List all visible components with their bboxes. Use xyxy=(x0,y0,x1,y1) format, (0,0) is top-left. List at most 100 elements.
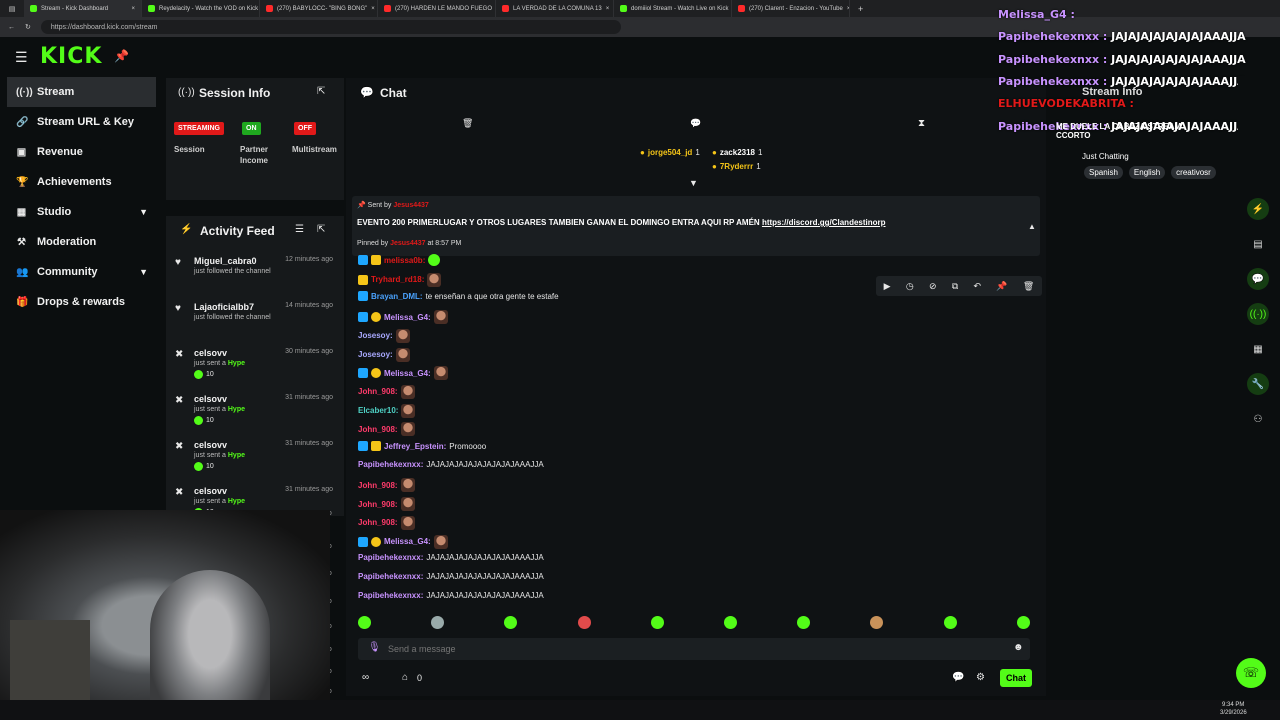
sidebar-item-achievements[interactable]: 🏆 Achievements xyxy=(0,167,160,197)
popout-icon[interactable]: ⇱ xyxy=(317,86,325,97)
community-icon[interactable]: ⚇ xyxy=(1247,408,1269,430)
top-gifter[interactable]: ● zack2318 1 xyxy=(712,148,762,157)
chat-message[interactable]: Brayan_DML: te enseñan a que otra gente t… xyxy=(358,291,559,302)
pin-icon[interactable]: 📌 xyxy=(114,49,129,63)
sidebar-item-moderation[interactable]: ⚒ Moderation xyxy=(0,227,160,257)
quick-emote-icon[interactable] xyxy=(358,616,371,629)
tag-chip[interactable]: Spanish xyxy=(1084,166,1123,179)
lightning-icon[interactable]: ⚡ xyxy=(1247,198,1269,220)
chat-username[interactable]: Elcaber10: xyxy=(358,406,398,415)
filter-icon[interactable]: ☰ xyxy=(295,224,304,235)
chat-message[interactable]: Jeffrey_Epstein: Promoooo xyxy=(358,441,486,451)
popout-icon[interactable]: ⇱ xyxy=(317,224,325,235)
chat-username[interactable]: Brayan_DML: xyxy=(371,292,423,301)
tag-chip[interactable]: English xyxy=(1128,166,1166,179)
chat-message[interactable]: Papibehekexnxx: JAJAJAJAJAJAJAJAJAJAAAJJA xyxy=(358,553,544,562)
chat-username[interactable]: Josesoy: xyxy=(358,350,393,359)
emoji-icon[interactable]: ☻ xyxy=(1013,642,1024,653)
send-chat-button[interactable]: Chat xyxy=(1000,669,1032,687)
quick-emote-icon[interactable] xyxy=(1016,616,1030,629)
top-gifter[interactable]: ● 7Ryderrr 1 xyxy=(712,162,761,171)
chat-username[interactable]: Papibehekexnxx: xyxy=(358,591,423,600)
chat-message[interactable]: Tryhard_rd18: xyxy=(358,272,442,287)
chat-message[interactable]: John_908: xyxy=(358,384,415,399)
hamburger-menu-icon[interactable]: ☰ xyxy=(15,49,28,66)
activity-item[interactable]: ✖celsovvjust sent a Hype1031 minutes ago xyxy=(166,440,344,486)
chat-username[interactable]: Melissa_G4: xyxy=(384,537,431,546)
chat-input-box[interactable]: 🎙 ☻ xyxy=(358,638,1030,660)
delete-icon[interactable]: 🗑 xyxy=(1023,281,1034,292)
quick-emote-icon[interactable] xyxy=(650,616,664,629)
chat-message[interactable]: Papibehekexnxx: JAJAJAJAJAJAJAJAJAJAAAJJA xyxy=(358,460,544,469)
chat-message[interactable]: John_908: xyxy=(358,497,415,512)
chat-message-input[interactable] xyxy=(388,642,988,656)
activity-item[interactable]: ✖ celsovv just sent a Hype 10 30 minutes ago xyxy=(166,348,344,394)
chat-username[interactable]: Josesoy: xyxy=(358,331,393,340)
quick-emote-icon[interactable] xyxy=(797,616,811,629)
quick-emote-icon[interactable] xyxy=(504,616,518,629)
chat-message[interactable]: Elcaber10: xyxy=(358,403,416,418)
chat-username[interactable]: John_908: xyxy=(358,387,398,396)
back-icon[interactable]: ← xyxy=(8,24,15,31)
play-icon[interactable]: ▶ xyxy=(884,281,891,292)
sidebar-item-stream-url-key[interactable]: 🔗 Stream URL & Key xyxy=(0,107,160,137)
chat-username[interactable]: Papibehekexnxx: xyxy=(358,572,423,581)
chat-message[interactable]: Papibehekexnxx: JAJAJAJAJAJAJAJAJAJAAAJJA xyxy=(358,572,544,581)
chat-username[interactable]: Melissa_G4: xyxy=(384,313,431,322)
chat-username[interactable]: Melissa_G4: xyxy=(384,369,431,378)
microphone-icon[interactable]: 🎙 xyxy=(368,642,381,653)
settings-gear-icon[interactable]: ⚙ xyxy=(976,672,985,683)
chat-message[interactable]: Melissa_G4: xyxy=(358,310,448,325)
chat-message[interactable]: John_908: xyxy=(358,515,415,530)
hourglass-icon[interactable]: ⧗ xyxy=(918,118,925,129)
sidebar-item-community[interactable]: 👥 Community ▼ xyxy=(0,257,160,287)
url-field[interactable]: https://dashboard.kick.com/stream xyxy=(40,20,621,34)
pin-icon[interactable]: 📌 xyxy=(996,281,1007,292)
activity-item[interactable]: ♥ Miguel_cabra0 just followed the channel 1… xyxy=(166,256,344,302)
quick-emote-icon[interactable] xyxy=(431,616,445,629)
chat-username[interactable]: John_908: xyxy=(358,518,398,527)
copy-icon[interactable]: ⧉ xyxy=(952,281,958,292)
chat-message[interactable]: Melissa_G4: xyxy=(358,366,448,381)
sidebar-item-drops-rewards[interactable]: 🎁 Drops & rewards xyxy=(0,287,160,317)
pinned-sender-name[interactable]: Jesus4437 xyxy=(393,202,428,209)
chat-message[interactable]: Josesoy: xyxy=(358,328,410,343)
reload-icon[interactable]: ↻ xyxy=(25,23,31,31)
trash-icon[interactable]: 🗑 xyxy=(462,118,473,129)
chat-username[interactable]: Papibehekexnxx: xyxy=(358,553,423,562)
browser-tab[interactable]: Stream - Kick Dashboard × xyxy=(24,0,142,17)
browser-tab[interactable]: Reydelacity - Watch the VOD on Kick× xyxy=(142,0,260,17)
chat-username[interactable]: melissa0b: xyxy=(384,256,425,265)
timeout-icon[interactable]: ◷ xyxy=(906,281,914,292)
sidebar-item-revenue[interactable]: ▣ Revenue xyxy=(0,137,160,167)
chat-bubble-icon[interactable]: 💬 xyxy=(1247,268,1269,290)
quick-emote-icon[interactable] xyxy=(943,616,957,629)
store-icon[interactable]: ⌂ xyxy=(402,672,408,683)
ban-icon[interactable]: ⊘ xyxy=(929,281,937,292)
browser-tab[interactable]: (270) BABYLOCC- "BING BONG" × xyxy=(260,0,378,17)
browser-tab[interactable]: (270) HARDEN LE MANDO FUEGO× xyxy=(378,0,496,17)
reply-icon[interactable]: ↶ xyxy=(974,281,982,292)
chat-username[interactable]: Jeffrey_Epstein: xyxy=(384,442,446,451)
chat-message[interactable]: melissa0b: xyxy=(358,254,441,266)
kick-logo[interactable]: KICK xyxy=(40,44,102,69)
infinity-icon[interactable]: ∞ xyxy=(362,672,369,683)
chat-message[interactable]: Josesoy: xyxy=(358,347,410,362)
tag-chip[interactable]: creativosr xyxy=(1171,166,1216,179)
document-icon[interactable]: ▤ xyxy=(1247,233,1269,255)
quick-emote-icon[interactable] xyxy=(724,616,737,629)
top-gifter[interactable]: ● jorge504_jd 1 xyxy=(640,148,700,157)
sidebar-item-stream[interactable]: ((·)) Stream xyxy=(7,77,156,107)
sidebar-item-studio[interactable]: ▦ Studio ▼ xyxy=(0,197,160,227)
chat-username[interactable]: John_908: xyxy=(358,425,398,434)
collapse-icon[interactable]: ▼ xyxy=(689,178,698,188)
support-chat-icon[interactable]: ☏ xyxy=(1236,658,1266,688)
chat-message[interactable]: Melissa_G4: xyxy=(358,534,448,549)
new-tab-icon[interactable]: + xyxy=(850,4,863,14)
quick-emote-icon[interactable] xyxy=(870,616,884,629)
pinned-by-name[interactable]: Jesus4437 xyxy=(390,240,425,247)
browser-tab[interactable]: LA VERDAD DE LA COMUNA 13 × xyxy=(496,0,614,17)
chevron-up-icon[interactable]: ▲ xyxy=(1028,222,1036,231)
tab-search-icon[interactable]: ▤ xyxy=(0,5,24,13)
chat-username[interactable]: John_908: xyxy=(358,500,398,509)
